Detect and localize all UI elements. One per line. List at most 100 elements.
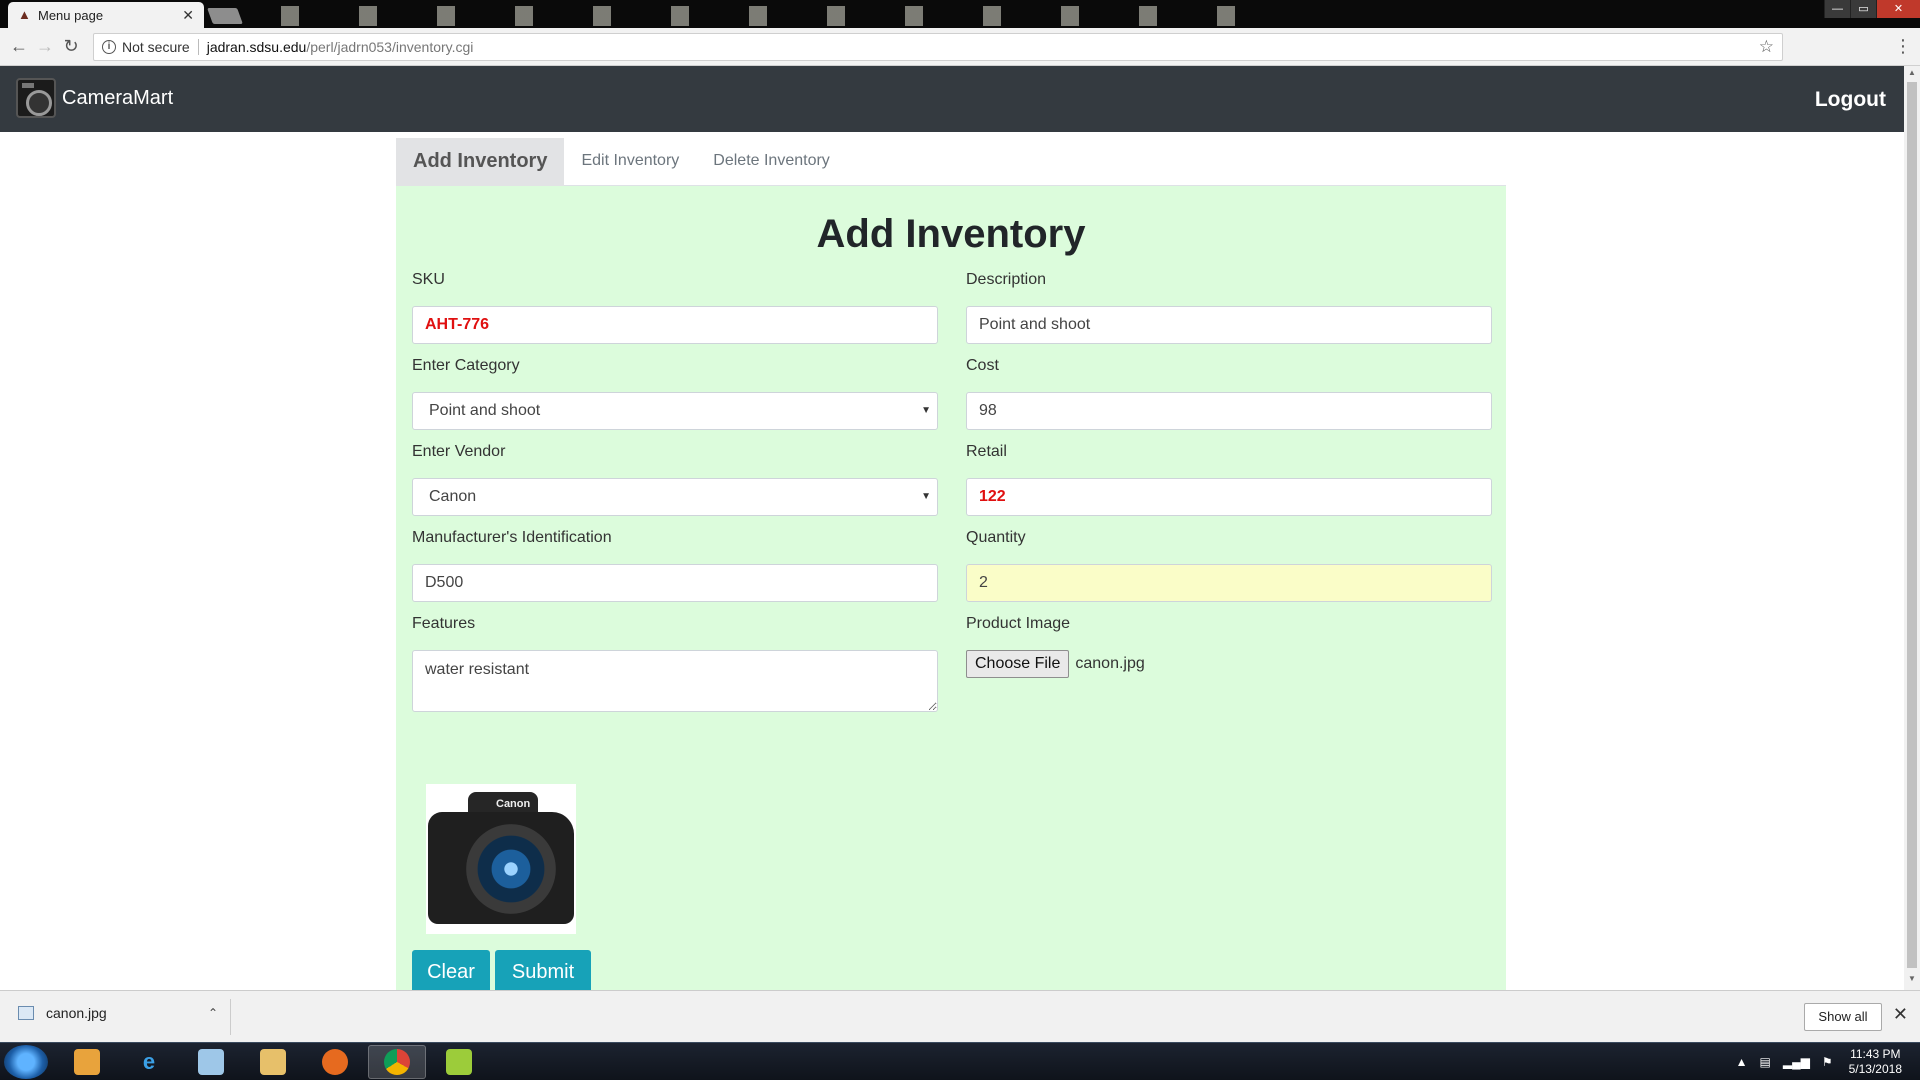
security-label[interactable]: Not secure bbox=[122, 39, 199, 55]
product-image-preview: Canon bbox=[426, 784, 576, 934]
chrome-icon[interactable] bbox=[368, 1045, 426, 1079]
category-group: Enter Category Point and shoot ▼ bbox=[412, 354, 938, 430]
start-button[interactable] bbox=[4, 1045, 48, 1079]
back-arrow-icon[interactable]: ← bbox=[6, 36, 32, 57]
firefox-icon[interactable] bbox=[306, 1045, 364, 1079]
category-label: Enter Category bbox=[412, 357, 520, 374]
close-downloads-icon[interactable]: ✕ bbox=[1893, 1004, 1908, 1025]
camera-brand-mark: Canon bbox=[496, 798, 531, 810]
quantity-label: Quantity bbox=[966, 529, 1026, 546]
tab-delete-inventory[interactable]: Delete Inventory bbox=[696, 138, 847, 186]
minimize-button[interactable]: — bbox=[1824, 0, 1850, 18]
tab-add-inventory[interactable]: Add Inventory bbox=[396, 138, 565, 186]
brand-name: CameraMart bbox=[62, 86, 174, 109]
scroll-up-icon[interactable]: ▲ bbox=[1904, 68, 1920, 82]
cost-group: Cost 98 bbox=[966, 354, 1492, 430]
file-input: Choose File canon.jpg bbox=[966, 650, 1492, 678]
features-group: Features water resistant bbox=[412, 612, 938, 712]
tab-close-icon[interactable]: ✕ bbox=[182, 7, 194, 24]
image-file-icon bbox=[18, 1006, 34, 1020]
chevron-up-icon[interactable]: ⌃ bbox=[208, 1006, 218, 1020]
reload-icon[interactable]: ↻ bbox=[58, 36, 84, 57]
restore-button[interactable]: ▭ bbox=[1850, 0, 1876, 18]
manufacturer-id-group: Manufacturer's Identification D500 bbox=[412, 526, 938, 602]
retail-group: Retail 122 bbox=[966, 440, 1492, 516]
device-icon[interactable]: ▤ bbox=[1760, 1055, 1771, 1069]
sku-group: SKU AHT-776 bbox=[412, 268, 938, 344]
media-player-icon[interactable] bbox=[58, 1045, 116, 1079]
add-inventory-panel: Add Inventory SKU AHT-776 Description Po… bbox=[396, 186, 1506, 994]
show-all-button[interactable]: Show all bbox=[1804, 1003, 1882, 1031]
clear-button[interactable]: Clear bbox=[412, 950, 490, 994]
info-icon[interactable]: i bbox=[102, 40, 116, 54]
taskbar-clock[interactable]: 11:43 PM 5/13/2018 bbox=[1849, 1047, 1902, 1077]
cost-label: Cost bbox=[966, 357, 999, 374]
vertical-scrollbar[interactable]: ▲ ▼ bbox=[1904, 66, 1920, 990]
notepad-icon[interactable] bbox=[182, 1045, 240, 1079]
action-center-flag-icon[interactable]: ⚑ bbox=[1822, 1055, 1833, 1069]
caret-down-icon: ▼ bbox=[921, 405, 931, 416]
manufacturer-id-input[interactable]: D500 bbox=[412, 564, 938, 602]
bookmark-star-icon[interactable]: ☆ bbox=[1759, 37, 1774, 57]
scrollbar-thumb[interactable] bbox=[1907, 82, 1917, 968]
browser-menu-icon[interactable]: ⋮ bbox=[1894, 36, 1912, 57]
forward-arrow-icon[interactable]: → bbox=[32, 36, 58, 57]
download-divider bbox=[230, 999, 231, 1035]
camera-logo-icon bbox=[16, 78, 56, 118]
description-input[interactable]: Point and shoot bbox=[966, 306, 1492, 344]
submit-button[interactable]: Submit bbox=[495, 950, 591, 994]
new-tab-button[interactable] bbox=[207, 8, 243, 24]
description-group: Description Point and shoot bbox=[966, 268, 1492, 344]
sku-label: SKU bbox=[412, 271, 445, 288]
chosen-filename: canon.jpg bbox=[1075, 655, 1145, 672]
logout-link[interactable]: Logout bbox=[1815, 88, 1886, 112]
product-image-group: Product Image Choose File canon.jpg bbox=[966, 612, 1492, 678]
editor-app-icon[interactable] bbox=[430, 1045, 488, 1079]
vendor-select[interactable]: Canon ▼ bbox=[412, 478, 938, 516]
clock-time: 11:43 PM bbox=[1850, 1047, 1901, 1061]
address-bar[interactable]: i Not secure jadran.sdsu.edu /perl/jadrn… bbox=[93, 33, 1783, 61]
choose-file-button[interactable]: Choose File bbox=[966, 650, 1070, 678]
cost-input[interactable]: 98 bbox=[966, 392, 1492, 430]
background-tabs bbox=[245, 6, 1275, 26]
category-select[interactable]: Point and shoot ▼ bbox=[412, 392, 938, 430]
download-item[interactable]: canon.jpg ⌃ bbox=[18, 1005, 218, 1021]
tab-edit-inventory[interactable]: Edit Inventory bbox=[564, 138, 696, 186]
features-textarea[interactable]: water resistant bbox=[412, 650, 938, 712]
manufacturer-id-label: Manufacturer's Identification bbox=[412, 529, 612, 546]
category-value: Point and shoot bbox=[429, 402, 541, 419]
window-controls: — ▭ ✕ bbox=[1824, 0, 1920, 18]
browser-tabstrip: ▲ Menu page ✕ — ▭ ✕ bbox=[0, 0, 1920, 28]
system-tray: ▲ ▤ ▂▄▆ ⚑ 11:43 PM 5/13/2018 bbox=[1730, 1043, 1920, 1080]
page-favicon-icon: ▲ bbox=[18, 7, 31, 22]
brand-link[interactable]: CameraMart bbox=[16, 78, 173, 118]
browser-tab[interactable]: ▲ Menu page ✕ bbox=[8, 2, 204, 28]
url-host: jadran.sdsu.edu bbox=[206, 39, 307, 55]
site-navbar: CameraMart Logout bbox=[0, 66, 1904, 132]
camera-lens bbox=[466, 824, 556, 914]
network-signal-icon[interactable]: ▂▄▆ bbox=[1783, 1055, 1810, 1069]
tab-title: Menu page bbox=[38, 7, 104, 23]
windows-taskbar: e ▲ ▤ ▂▄▆ ⚑ 11:43 PM 5/13/2018 bbox=[0, 1042, 1920, 1080]
inventory-tabs: Add Inventory Edit Inventory Delete Inve… bbox=[396, 138, 1506, 186]
quantity-input[interactable]: 2 bbox=[966, 564, 1492, 602]
retail-input[interactable]: 122 bbox=[966, 478, 1492, 516]
caret-down-icon: ▼ bbox=[921, 491, 931, 502]
download-filename: canon.jpg bbox=[46, 1005, 107, 1021]
download-bar: canon.jpg ⌃ Show all ✕ bbox=[0, 990, 1920, 1042]
description-label: Description bbox=[966, 271, 1047, 288]
tray-expand-icon[interactable]: ▲ bbox=[1736, 1055, 1748, 1069]
features-label: Features bbox=[412, 615, 476, 632]
internet-explorer-icon[interactable]: e bbox=[120, 1045, 178, 1079]
browser-toolbar: ← → ↻ i Not secure jadran.sdsu.edu /perl… bbox=[0, 28, 1920, 66]
file-explorer-icon[interactable] bbox=[244, 1045, 302, 1079]
quantity-group: Quantity 2 bbox=[966, 526, 1492, 602]
url-path: /perl/jadrn053/inventory.cgi bbox=[306, 39, 474, 55]
clock-date: 5/13/2018 bbox=[1848, 1062, 1902, 1076]
vendor-group: Enter Vendor Canon ▼ bbox=[412, 440, 938, 516]
product-image-label: Product Image bbox=[966, 615, 1071, 632]
vendor-label: Enter Vendor bbox=[412, 443, 506, 460]
close-window-button[interactable]: ✕ bbox=[1876, 0, 1920, 18]
sku-input[interactable]: AHT-776 bbox=[412, 306, 938, 344]
scroll-down-icon[interactable]: ▼ bbox=[1904, 974, 1920, 988]
